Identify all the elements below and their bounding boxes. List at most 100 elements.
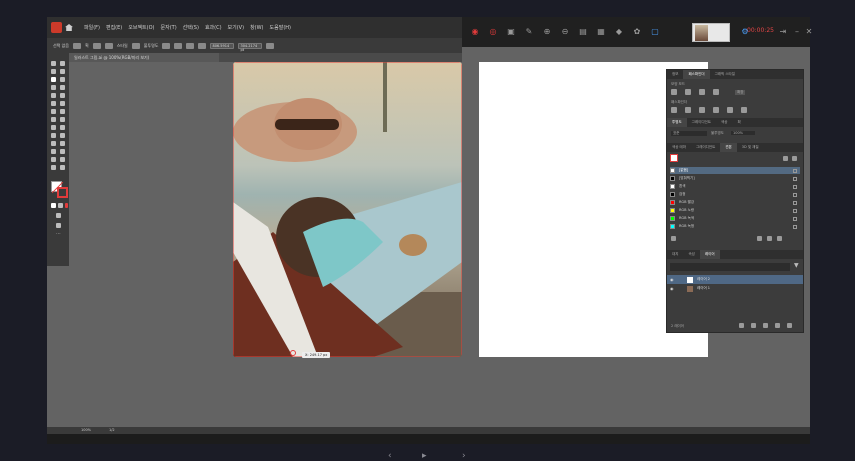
expand-button[interactable]: 확장 — [735, 90, 746, 95]
visibility-icon[interactable]: ◉ — [670, 277, 674, 282]
graph-tool-icon[interactable] — [60, 149, 65, 154]
menu-edit[interactable]: 편집(E) — [103, 24, 125, 31]
clipping-mask-icon[interactable] — [763, 323, 768, 328]
stroke-color-swatch[interactable] — [57, 187, 68, 198]
swatch-row[interactable]: 흰색 — [670, 183, 800, 190]
export-icon[interactable] — [739, 323, 744, 328]
symbol-sprayer-icon[interactable] — [51, 149, 56, 154]
eraser-tool-icon[interactable] — [60, 101, 65, 106]
outline-icon[interactable] — [727, 107, 733, 113]
layer-row[interactable]: ◉ 레이어 1 — [667, 284, 803, 293]
mesh-tool-icon[interactable] — [51, 133, 56, 138]
minus-back-icon[interactable] — [741, 107, 747, 113]
zoom-icon[interactable]: ⊕ — [542, 27, 552, 37]
tab-info[interactable]: 정보 — [667, 70, 683, 79]
menu-help[interactable]: 도움말(H) — [267, 24, 294, 31]
align-center-icon[interactable] — [174, 42, 183, 49]
pen-tool-icon[interactable] — [51, 77, 56, 82]
menu-view[interactable]: 보기(V) — [225, 24, 248, 31]
divide-icon[interactable] — [671, 107, 677, 113]
direct-selection-tool-icon[interactable] — [60, 61, 65, 66]
record-icon[interactable]: ◉ — [470, 27, 480, 37]
align-right-icon[interactable] — [186, 42, 195, 49]
preview-thumbnail[interactable] — [692, 23, 730, 42]
new-sublayer-icon[interactable] — [775, 323, 780, 328]
swatch-library-icon[interactable] — [671, 236, 676, 241]
menu-file[interactable]: 파일(F) — [81, 24, 103, 31]
more-tools-icon[interactable]: ··· — [56, 231, 61, 237]
play-icon[interactable]: ▸ — [422, 451, 427, 461]
swatch-row[interactable]: RGB 노랑 — [670, 207, 800, 214]
lasso-icon[interactable] — [60, 69, 65, 74]
style-icon[interactable] — [131, 42, 140, 49]
new-swatch-icon[interactable] — [767, 236, 772, 241]
rectangle-tool-icon[interactable] — [51, 93, 56, 98]
zoom-out-icon[interactable]: ⊖ — [560, 27, 570, 37]
artboard-photo[interactable] — [233, 62, 462, 357]
palette-icon[interactable]: ✿ — [632, 27, 642, 37]
width-tool-icon[interactable] — [51, 117, 56, 122]
settings-icon[interactable]: ⚙ — [740, 27, 750, 37]
menu-select[interactable]: 선택(S) — [180, 24, 202, 31]
delete-layer-icon[interactable] — [787, 323, 792, 328]
screen-mode-icon[interactable] — [56, 223, 61, 228]
filter-icon[interactable]: ▼ — [794, 262, 799, 269]
edit-icon[interactable]: ▣ — [506, 27, 516, 37]
distribute-icon[interactable] — [198, 42, 207, 49]
shape-builder-icon[interactable] — [51, 125, 56, 130]
tab-pathfinder[interactable]: 패스파인더 — [683, 70, 710, 79]
menu-object[interactable]: 오브젝트(O) — [125, 24, 157, 31]
color-mode-icon[interactable] — [51, 203, 56, 208]
rotate-tool-icon[interactable] — [51, 109, 56, 114]
gradient-tool-icon[interactable] — [60, 133, 65, 138]
close-icon[interactable]: ✕ — [804, 27, 814, 37]
opacity-field[interactable]: 100% — [731, 131, 755, 135]
scale-tool-icon[interactable] — [60, 109, 65, 114]
tab-graphic-styles[interactable]: 그래픽 스타일 — [710, 70, 740, 79]
drop-icon[interactable]: ◆ — [614, 27, 624, 37]
page-indicator[interactable]: 1/2 — [109, 427, 115, 434]
tab-stroke[interactable]: 획 — [732, 118, 745, 127]
fill-swatch[interactable] — [73, 42, 81, 49]
free-transform-icon[interactable] — [60, 117, 65, 122]
pause-icon[interactable]: ◎ — [488, 27, 498, 37]
stroke-swatch[interactable] — [92, 42, 101, 49]
unite-icon[interactable] — [671, 89, 677, 95]
app-logo[interactable] — [51, 22, 62, 33]
menu-type[interactable]: 문자(T) — [158, 24, 180, 31]
shaper-tool-icon[interactable] — [51, 101, 56, 106]
gradient-mode-icon[interactable] — [58, 203, 63, 208]
eyedropper-icon[interactable] — [51, 141, 56, 146]
exit-icon[interactable]: ⇥ — [778, 27, 788, 37]
next-icon[interactable]: › — [462, 451, 466, 461]
menu-effect[interactable]: 효과(C) — [202, 24, 225, 31]
selection-tool-icon[interactable] — [51, 61, 56, 66]
type-tool-icon[interactable] — [51, 85, 56, 90]
tab-gradient[interactable]: 그레이디언트 — [687, 118, 716, 127]
x-field[interactable]: 806.5914 — [210, 42, 235, 49]
hand-tool-icon[interactable] — [51, 165, 56, 170]
tab-artboards[interactable]: 대지 — [667, 250, 683, 259]
tab-gradient-2[interactable]: 그레이디언트 — [691, 143, 720, 152]
transform-icon[interactable] — [266, 42, 275, 49]
tab-3d-materials[interactable]: 3D 및 재질 — [737, 143, 764, 152]
artboard-tool-icon[interactable] — [51, 157, 56, 162]
doc-icon[interactable]: ▤ — [578, 27, 588, 37]
delete-swatch-icon[interactable] — [777, 236, 782, 241]
none-mode-icon[interactable] — [65, 203, 68, 208]
trim-icon[interactable] — [685, 107, 691, 113]
tab-layers[interactable]: 레이어 — [699, 250, 720, 259]
tab-color[interactable]: 색상 — [716, 118, 732, 127]
grid-view-icon[interactable] — [792, 156, 797, 161]
y-field[interactable]: 304.2174 pt — [238, 42, 263, 52]
tab-properties[interactable]: 속성 — [683, 250, 699, 259]
perspective-grid-icon[interactable] — [60, 125, 65, 130]
layer-search-input[interactable]: ⌕ — [670, 263, 790, 280]
tab-swatches[interactable]: 견본 — [720, 143, 737, 152]
minus-front-icon[interactable] — [685, 89, 691, 95]
exclude-icon[interactable] — [713, 89, 719, 95]
swatch-row[interactable]: 검정 — [670, 191, 800, 198]
menu-window[interactable]: 창(W) — [247, 24, 266, 31]
draw-mode-icon[interactable] — [56, 213, 61, 218]
line-tool-icon[interactable] — [60, 85, 65, 90]
